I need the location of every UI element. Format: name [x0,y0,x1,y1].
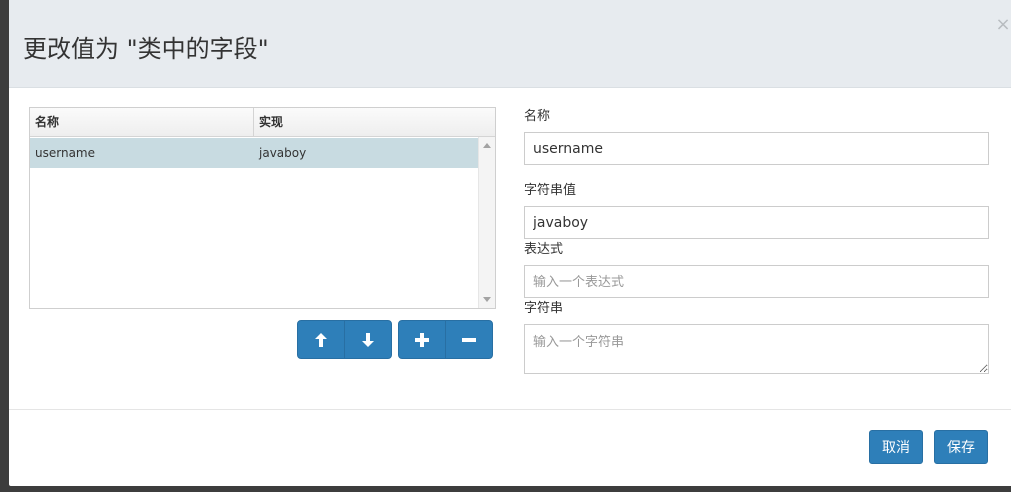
plus-icon [415,332,429,347]
dialog-title: 更改值为 "类中的字段" [23,35,269,63]
table-row[interactable]: username javaboy [30,138,478,168]
scroll-up-icon[interactable] [483,143,491,148]
move-up-button[interactable] [297,320,345,359]
column-header-impl[interactable]: 实现 [254,108,495,136]
move-button-group [297,320,392,359]
dialog-header: 更改值为 "类中的字段" × [9,0,1011,88]
dialog: 更改值为 "类中的字段" × 名称 实现 username javaboy 名称… [9,0,1011,486]
table-header: 名称 实现 [30,108,495,137]
cell-impl: javaboy [259,146,307,160]
arrow-down-icon [362,332,374,347]
move-down-button[interactable] [344,320,392,359]
footer-divider [9,409,1011,410]
arrow-up-icon [315,332,327,347]
close-icon[interactable]: × [995,14,1011,36]
scroll-down-icon[interactable] [483,297,491,302]
column-header-name[interactable]: 名称 [30,108,254,136]
string-label: 字符串 [524,301,564,316]
expression-field[interactable] [524,265,989,298]
cell-name: username [35,146,95,160]
string-value-label: 字符串值 [524,183,577,198]
fields-table: 名称 实现 username javaboy [29,107,496,309]
remove-button[interactable] [445,320,493,359]
table-scrollbar[interactable] [478,137,495,308]
cancel-button[interactable]: 取消 [869,430,923,464]
expression-label: 表达式 [524,242,564,257]
name-label: 名称 [524,109,551,124]
minus-icon [462,337,476,342]
name-field[interactable] [524,132,989,165]
string-value-field[interactable] [524,206,989,239]
add-remove-button-group [398,320,493,359]
save-button[interactable]: 保存 [934,430,988,464]
add-button[interactable] [398,320,446,359]
string-textarea[interactable] [524,324,989,374]
